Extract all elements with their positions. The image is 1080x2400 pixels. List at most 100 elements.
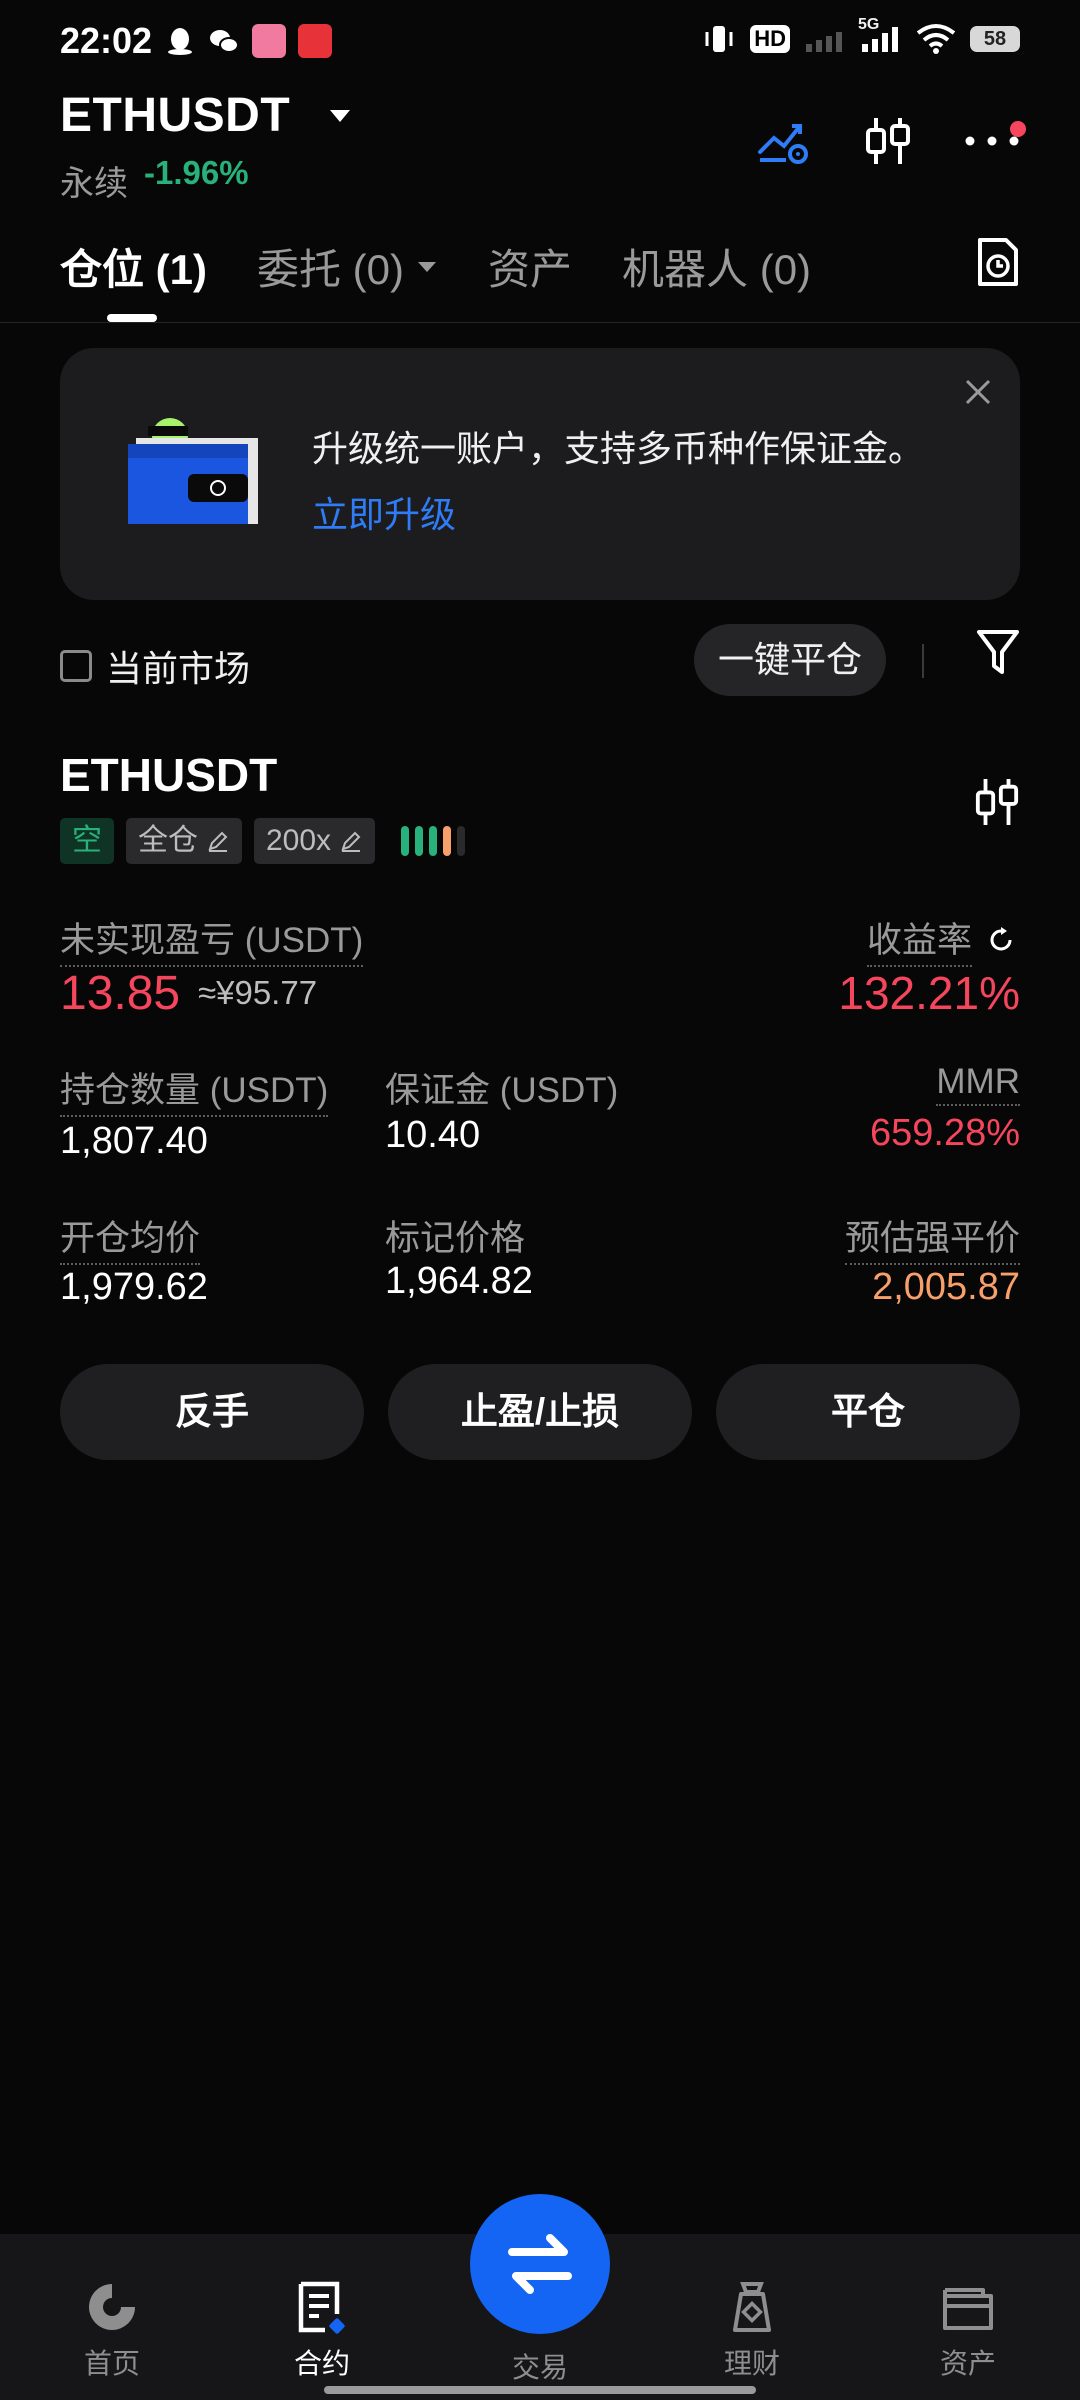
position-tabs: 仓位 (1) 委托 (0) 资产 机器人 (0) [60,236,861,297]
filter-icon[interactable] [976,628,1020,678]
close-all-button[interactable]: 一键平仓 [694,624,886,696]
tp-sl-button[interactable]: 止盈/止损 [388,1364,692,1460]
nav-earn-label: 理财 [723,2348,780,2379]
tab-bots[interactable]: 机器人 (0) [622,236,811,297]
mmr-value: 659.28% [869,1112,1020,1154]
risk-bar [415,826,424,856]
reverse-button[interactable]: 反手 [60,1364,364,1460]
nav-trade-label: 交易 [511,2352,568,2383]
futures-icon [298,2281,345,2334]
margin-mode-tag[interactable]: 全仓 [126,818,242,864]
banner-message: 升级统一账户，支持多币种作保证金。 [312,428,925,469]
qq-icon [168,28,192,55]
battery-indicator: 58 [970,26,1020,52]
nav-futures[interactable]: 合约 [252,2280,392,2382]
liq-price-value: 2,005.87 [872,1266,1020,1308]
assets-icon [943,2288,993,2330]
chart-icon[interactable] [974,776,1020,828]
position-tags: 空 全仓 200x [60,818,466,864]
app-badge-icon [252,24,286,58]
roi-label: 收益率 [866,912,972,967]
home-icon [89,2284,135,2330]
current-market-checkbox[interactable] [60,650,92,682]
cell-signal-5g: 5G [858,16,902,54]
unrealized-pnl-value: 13.85 [60,967,181,1020]
vibrate-icon [705,26,733,52]
dropdown-caret-icon [418,261,437,272]
nav-assets[interactable]: 资产 [898,2280,1038,2382]
close-position-button[interactable]: 平仓 [716,1364,1020,1460]
side-tag: 空 [60,818,114,864]
nav-futures-label: 合约 [293,2348,350,2379]
tab-orders-label: 委托 (0) [257,246,405,293]
trade-button[interactable] [470,2194,610,2334]
divider [922,644,924,678]
history-icon[interactable] [976,236,1020,288]
earn-icon [733,2282,771,2332]
nav-home-label: 首页 [83,2348,140,2379]
status-time: 22:02 [60,20,153,61]
current-market-label: 当前市场 [106,648,251,689]
roi-value: 132.21% [838,967,1020,1019]
position-symbol[interactable]: ETHUSDT [60,748,277,802]
more-icon[interactable] [964,135,1020,147]
risk-bar [429,826,438,856]
upgrade-now-link[interactable]: 立即升级 [312,486,456,538]
size-value: 1,807.40 [60,1120,208,1162]
wechat-icon [210,30,239,53]
wallet-illustration [128,418,258,524]
risk-bar [457,826,466,856]
upgrade-banner[interactable]: 升级统一账户，支持多币种作保证金。 立即升级 [60,348,1020,600]
margin-label: 保证金 (USDT) [385,1071,619,1110]
current-market-filter[interactable]: 当前市场 [60,640,250,692]
mmr-label: MMR [936,1062,1020,1106]
app-badge-red-icon [298,24,332,58]
candlestick-icon[interactable] [864,116,912,166]
refresh-icon[interactable] [986,925,1016,955]
close-icon[interactable] [964,378,992,406]
margin-mode-label: 全仓 [138,824,198,857]
trade-swap-icon [508,2234,572,2294]
risk-bar [401,826,410,856]
notification-dot [1010,121,1026,137]
edit-icon [208,831,228,852]
position-actions: 反手 止盈/止损 平仓 [60,1364,1020,1460]
symbol-selector[interactable]: ETHUSDT [60,88,290,143]
caret-down-icon[interactable] [328,108,352,124]
risk-bar [443,826,452,856]
leverage-label: 200x [266,824,332,857]
weak-signal-icon [806,32,842,52]
entry-price-value: 1,979.62 [60,1266,208,1308]
nav-earn[interactable]: 理财 [682,2280,822,2382]
status-notification-icons [164,24,332,58]
mark-price-label: 标记价格 [385,1219,526,1258]
nav-home[interactable]: 首页 [42,2280,182,2382]
header-actions [756,116,1026,166]
unrealized-pnl-label: 未实现盈亏 (USDT) [60,912,364,967]
more-button[interactable] [964,121,1026,147]
entry-price-label: 开仓均价 [60,1210,201,1265]
nav-assets-label: 资产 [939,2348,996,2379]
tab-assets[interactable]: 资产 [488,236,572,297]
status-system-icons: HD 5G 58 [702,16,1020,56]
tab-orders[interactable]: 委托 (0) [257,236,438,297]
strategy-icon[interactable] [756,118,812,164]
margin-value: 10.40 [385,1114,481,1156]
hd-badge: HD [750,25,790,53]
risk-level-indicator [401,826,466,856]
roi-header: 收益率 [866,912,1016,967]
liq-price-label: 预估强平价 [844,1210,1020,1265]
leverage-tag[interactable]: 200x [254,818,376,864]
wifi-icon [916,24,956,54]
tabs-divider [0,322,1080,323]
mark-price-value: 1,964.82 [385,1260,533,1302]
contract-type: 永续 [60,165,128,203]
edit-icon [341,831,361,852]
tab-positions[interactable]: 仓位 (1) [60,236,207,297]
home-indicator [324,2386,756,2394]
active-tab-indicator [107,314,157,322]
size-label: 持仓数量 (USDT) [60,1062,329,1117]
network-type: 5G [858,16,880,33]
price-change: -1.96% [144,154,249,191]
unrealized-pnl-cny: ≈¥95.77 [198,974,318,1011]
